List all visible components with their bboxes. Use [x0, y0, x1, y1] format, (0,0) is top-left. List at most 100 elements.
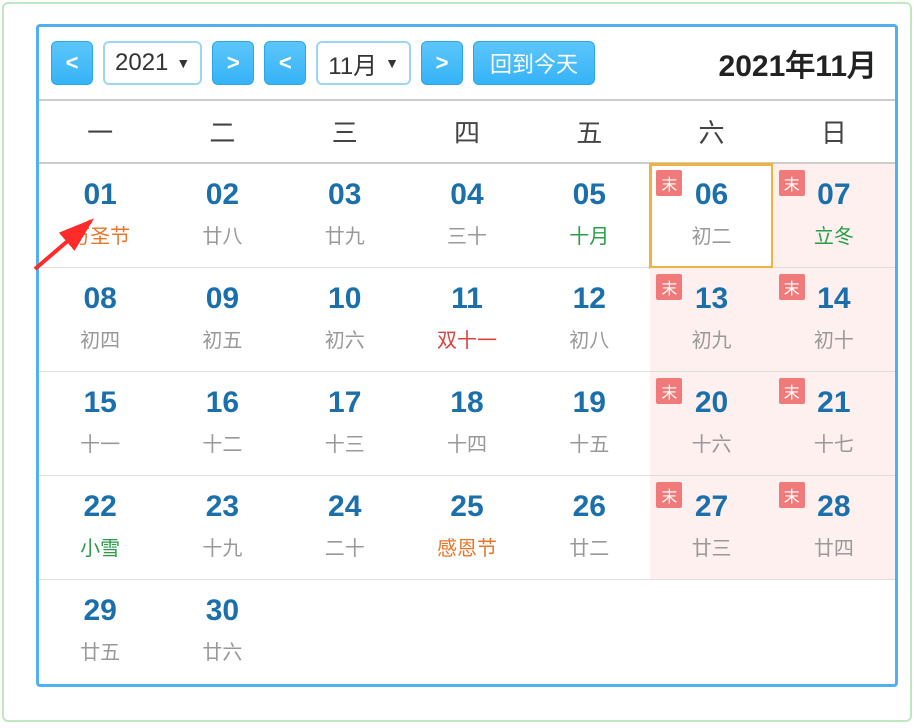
day-cell[interactable]: 末27廿三 [650, 476, 772, 580]
day-number: 16 [161, 386, 283, 420]
day-number: 10 [284, 282, 406, 316]
day-subtitle: 立冬 [773, 220, 895, 249]
day-number: 03 [284, 178, 406, 212]
day-subtitle: 廿五 [39, 636, 161, 665]
day-cell[interactable]: 26 廿二 [528, 476, 650, 580]
day-cell[interactable]: 15十一 [39, 372, 161, 476]
day-cell[interactable]: 25 感恩节 [406, 476, 528, 580]
day-cell[interactable]: 12初八 [528, 268, 650, 372]
day-subtitle: 廿三 [650, 532, 772, 561]
year-select-value: 2021 [115, 49, 168, 77]
day-cell[interactable]: 03廿九 [284, 164, 406, 268]
day-cell[interactable]: 19十五 [528, 372, 650, 476]
day-cell[interactable]: 16 十二 [161, 372, 283, 476]
day-number: 23 [161, 490, 283, 524]
day-cell[interactable]: 11双十一 [406, 268, 528, 372]
day-number: 05 [528, 178, 650, 212]
day-number: 26 [528, 490, 650, 524]
weekday-label: 四 [406, 101, 528, 162]
prev-year-button[interactable]: < [51, 41, 93, 85]
chevron-down-icon: ▼ [176, 55, 190, 71]
day-cell[interactable]: 末20十六 [650, 372, 772, 476]
day-subtitle: 初五 [161, 324, 283, 353]
day-number: 24 [284, 490, 406, 524]
calendar-title: 2021年11月 [719, 41, 883, 85]
calendar-grid: 01万圣节02廿八03廿九04三十05十月末06初二末07立冬08初四09初五1… [39, 164, 895, 684]
year-select[interactable]: 2021 ▼ [103, 41, 202, 85]
day-cell[interactable]: 末28廿四 [773, 476, 895, 580]
day-number: 02 [161, 178, 283, 212]
day-cell[interactable]: 末07立冬 [773, 164, 895, 268]
day-subtitle: 二十 [284, 532, 406, 561]
day-subtitle: 廿二 [528, 532, 650, 561]
day-subtitle: 廿八 [161, 220, 283, 249]
next-month-button[interactable]: > [421, 41, 463, 85]
day-cell[interactable]: 04 三十 [406, 164, 528, 268]
day-cell[interactable]: 末06初二 [650, 164, 772, 268]
day-cell[interactable]: 末21十七 [773, 372, 895, 476]
day-cell[interactable]: 02 廿八 [161, 164, 283, 268]
chevron-down-icon: ▼ [385, 55, 399, 71]
day-number: 25 [406, 490, 528, 524]
day-number: 29 [39, 594, 161, 628]
day-number: 19 [528, 386, 650, 420]
day-subtitle: 十月 [528, 220, 650, 249]
weekday-label: 六 [650, 101, 772, 162]
month-select[interactable]: 11月 ▼ [316, 41, 411, 85]
day-cell[interactable]: 23 十九 [161, 476, 283, 580]
day-subtitle: 十六 [650, 428, 772, 457]
calendar-panel: < 2021 ▼ > < 11月 ▼ > 回到今天 2021年11月 一二三四五… [36, 24, 898, 687]
day-cell[interactable]: 末13初九 [650, 268, 772, 372]
day-number: 04 [406, 178, 528, 212]
day-cell[interactable]: 10初六 [284, 268, 406, 372]
day-cell[interactable]: 30 廿六 [161, 580, 283, 684]
day-cell [284, 580, 406, 684]
day-cell[interactable]: 17十三 [284, 372, 406, 476]
day-subtitle: 初四 [39, 324, 161, 353]
day-subtitle: 十七 [773, 428, 895, 457]
weekday-header: 一二三四五六日 [39, 99, 895, 164]
day-subtitle: 十一 [39, 428, 161, 457]
day-cell[interactable]: 05 十月 [528, 164, 650, 268]
day-cell[interactable]: 末14初十 [773, 268, 895, 372]
day-cell[interactable]: 01 万圣节 [39, 164, 161, 268]
calendar-header: < 2021 ▼ > < 11月 ▼ > 回到今天 2021年11月 [39, 27, 895, 99]
day-cell[interactable]: 22 小雪 [39, 476, 161, 580]
month-select-value: 11月 [328, 46, 377, 81]
weekend-badge: 末 [779, 274, 805, 300]
day-number: 30 [161, 594, 283, 628]
weekend-badge: 末 [656, 482, 682, 508]
day-subtitle: 感恩节 [406, 532, 528, 561]
weekend-badge: 末 [779, 170, 805, 196]
today-button[interactable]: 回到今天 [473, 41, 595, 85]
day-cell[interactable]: 29 廿五 [39, 580, 161, 684]
weekend-badge: 末 [656, 170, 682, 196]
day-subtitle: 十九 [161, 532, 283, 561]
day-subtitle: 小雪 [39, 532, 161, 561]
day-cell [406, 580, 528, 684]
next-year-button[interactable]: > [212, 41, 254, 85]
weekday-label: 日 [773, 101, 895, 162]
weekday-label: 五 [528, 101, 650, 162]
day-subtitle: 廿四 [773, 532, 895, 561]
day-cell [650, 580, 772, 684]
day-subtitle: 十三 [284, 428, 406, 457]
weekday-label: 一 [39, 101, 161, 162]
day-number: 12 [528, 282, 650, 316]
day-cell [528, 580, 650, 684]
day-subtitle: 十四 [406, 428, 528, 457]
prev-month-button[interactable]: < [264, 41, 306, 85]
day-cell[interactable]: 09初五 [161, 268, 283, 372]
day-subtitle: 万圣节 [39, 220, 161, 249]
day-subtitle: 十二 [161, 428, 283, 457]
day-cell[interactable]: 18 十四 [406, 372, 528, 476]
day-subtitle: 初十 [773, 324, 895, 353]
day-subtitle: 初二 [650, 220, 772, 249]
day-number: 01 [39, 178, 161, 212]
day-cell[interactable]: 08初四 [39, 268, 161, 372]
day-subtitle: 廿六 [161, 636, 283, 665]
day-subtitle: 三十 [406, 220, 528, 249]
day-cell[interactable]: 24 二十 [284, 476, 406, 580]
day-number: 18 [406, 386, 528, 420]
day-number: 22 [39, 490, 161, 524]
